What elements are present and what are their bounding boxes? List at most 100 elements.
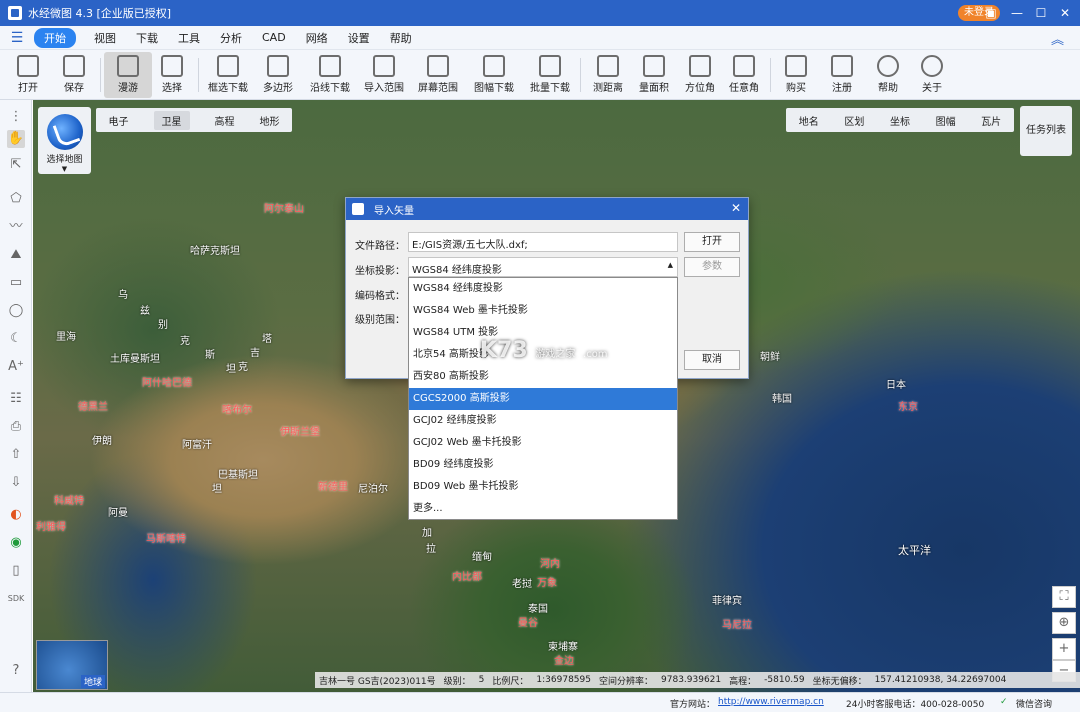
file-path-input[interactable]: E:/GIS资源/五七大队.dxf; [408, 232, 678, 252]
hand-icon [117, 55, 139, 77]
any-angle-button[interactable]: 任意角 [720, 52, 768, 98]
batch-download-button[interactable]: 批量下载 [526, 52, 574, 98]
box-download-button[interactable]: 框选下载 [204, 52, 252, 98]
plugin-icon[interactable]: ◉ [7, 534, 25, 552]
save-button[interactable]: 保存 [50, 52, 98, 98]
tab-terrain[interactable]: 地形 [260, 113, 280, 128]
tab-placename[interactable]: 地名 [799, 113, 819, 128]
zoom-in-icon[interactable]: + [1052, 638, 1076, 660]
crescent-icon[interactable]: ☾ [7, 330, 25, 348]
register-button[interactable]: 注册 [818, 52, 866, 98]
area-draw-icon[interactable]: ⛰ [7, 246, 25, 264]
map-label: 马尼拉 [722, 620, 752, 631]
buy-button[interactable]: 购买 [772, 52, 820, 98]
sheet-download-button[interactable]: 图幅下载 [470, 52, 518, 98]
help-button[interactable]: 帮助 [864, 52, 912, 98]
tab-coordinate[interactable]: 坐标 [890, 113, 910, 128]
line-download-button[interactable]: 沿线下载 [306, 52, 354, 98]
projection-selected-value: WGS84 经纬度投影 [412, 265, 502, 276]
tab-tile[interactable]: 瓦片 [981, 113, 1001, 128]
select-button[interactable]: 选择 [148, 52, 196, 98]
dropdown-option[interactable]: GCJ02 Web 墨卡托投影 [409, 432, 677, 454]
hand-icon[interactable]: ✋ [7, 130, 25, 148]
menu-settings[interactable]: 设置 [348, 30, 370, 46]
menu-start[interactable]: 开始 [34, 27, 76, 48]
minimize-icon[interactable]: — [1004, 0, 1030, 26]
menu-help[interactable]: 帮助 [390, 30, 412, 46]
menu-cad[interactable]: CAD [262, 31, 286, 44]
menu-view[interactable]: 视图 [94, 30, 116, 46]
print-icon[interactable]: ⎙ [7, 418, 25, 436]
dropdown-option[interactable]: WGS84 经纬度投影 [409, 278, 677, 300]
text-icon[interactable]: A⁺ [7, 358, 25, 376]
tab-electronic[interactable]: 电子 [109, 113, 129, 128]
polyline-icon[interactable]: 〰 [7, 218, 25, 236]
dropdown-option[interactable]: 西安80 高斯投影 [409, 366, 677, 388]
phone-icon[interactable]: ▯ [7, 562, 25, 580]
tab-satellite[interactable]: 卫星 [153, 110, 190, 130]
question-icon [877, 55, 899, 77]
skin-icon[interactable]: ▣ [978, 0, 1004, 26]
circle-icon[interactable]: ◯ [7, 302, 25, 320]
close-icon[interactable]: ✕ [1052, 0, 1078, 26]
layers-icon[interactable]: ☷ [7, 390, 25, 408]
handle-icon[interactable]: ⋮ [7, 108, 25, 126]
polygon-draw-icon[interactable]: ⬠ [7, 190, 25, 208]
azimuth-button[interactable]: 方位角 [676, 52, 724, 98]
measure-distance-button[interactable]: 测距离 [584, 52, 632, 98]
title-bar: 水经微图 4.3 [企业版已授权] 未登录 ▣ — ☐ ✕ [0, 0, 1080, 26]
scale-label: 比例尺： [492, 676, 529, 687]
menu-analysis[interactable]: 分析 [220, 30, 242, 46]
select-map-button[interactable]: 选择地图 ▼ [38, 107, 91, 174]
download-icon[interactable]: ⇩ [7, 474, 25, 492]
dropdown-option[interactable]: GCJ02 经纬度投影 [409, 410, 677, 432]
screen-range-button[interactable]: 屏幕范围 [414, 52, 462, 98]
swirl-icon[interactable]: ◐ [7, 506, 25, 524]
open-file-button[interactable]: 打开 [684, 232, 740, 252]
maximize-icon[interactable]: ☐ [1028, 0, 1054, 26]
about-button[interactable]: 关于 [908, 52, 956, 98]
sdk-icon[interactable]: SDK [7, 590, 25, 608]
dialog-title: 导入矢量 [374, 205, 414, 217]
menu-tools[interactable]: 工具 [178, 30, 200, 46]
tab-district[interactable]: 区划 [844, 113, 864, 128]
box-download-icon [217, 55, 239, 77]
projection-select[interactable]: WGS84 经纬度投影 ▲ [408, 257, 678, 277]
coords-value: 157.41210938, 34.22697004 [874, 675, 1007, 685]
collapse-ribbon-icon[interactable]: ︽ [1051, 29, 1064, 48]
pan-button[interactable]: 漫游 [104, 52, 152, 98]
menu-network[interactable]: 网络 [306, 30, 328, 46]
cursor-icon[interactable]: ⇱ [7, 156, 25, 174]
dropdown-option[interactable]: BD09 Web 墨卡托投影 [409, 476, 677, 498]
polygon-button[interactable]: 多边形 [254, 52, 302, 98]
rectangle-icon[interactable]: ▭ [7, 274, 25, 292]
dropdown-option-highlighted[interactable]: CGCS2000 高斯投影 [409, 388, 677, 410]
hamburger-icon[interactable]: ☰ [0, 30, 34, 46]
dropdown-option[interactable]: WGS84 Web 墨卡托投影 [409, 300, 677, 322]
wechat-link[interactable]: 微信咨询 [1016, 697, 1052, 710]
open-button[interactable]: 打开 [4, 52, 52, 98]
site-link[interactable]: http://www.rivermap.cn [718, 697, 824, 707]
import-range-button[interactable]: 导入范围 [360, 52, 408, 98]
file-path-label: 文件路径： [355, 241, 405, 252]
task-list-button[interactable]: 任务列表 [1020, 106, 1072, 156]
params-button[interactable]: 参数 [684, 257, 740, 277]
tab-sheet[interactable]: 图幅 [936, 113, 956, 128]
resolution-label: 空间分辨率： [599, 676, 654, 687]
close-icon[interactable]: ✕ [731, 201, 741, 215]
locate-icon[interactable]: ⊕ [1052, 612, 1076, 634]
measure-area-button[interactable]: 量面积 [630, 52, 678, 98]
cancel-button[interactable]: 取消 [684, 350, 740, 370]
map-label: 德黑兰 [78, 402, 108, 413]
map-label: 伊斯兰堡 [280, 427, 320, 438]
map-label: 尼泊尔 [358, 484, 388, 495]
help-circle-icon[interactable]: ? [7, 662, 25, 680]
minimap[interactable]: 地球 [36, 640, 108, 690]
dropdown-option[interactable]: BD09 经纬度投影 [409, 454, 677, 476]
map-label: 斯 [205, 350, 215, 361]
fullscreen-icon[interactable]: ⛶ [1052, 586, 1076, 608]
dropdown-option[interactable]: 更多... [409, 498, 677, 520]
menu-download[interactable]: 下载 [136, 30, 158, 46]
upload-icon[interactable]: ⇧ [7, 446, 25, 464]
tab-elevation[interactable]: 高程 [215, 113, 235, 128]
